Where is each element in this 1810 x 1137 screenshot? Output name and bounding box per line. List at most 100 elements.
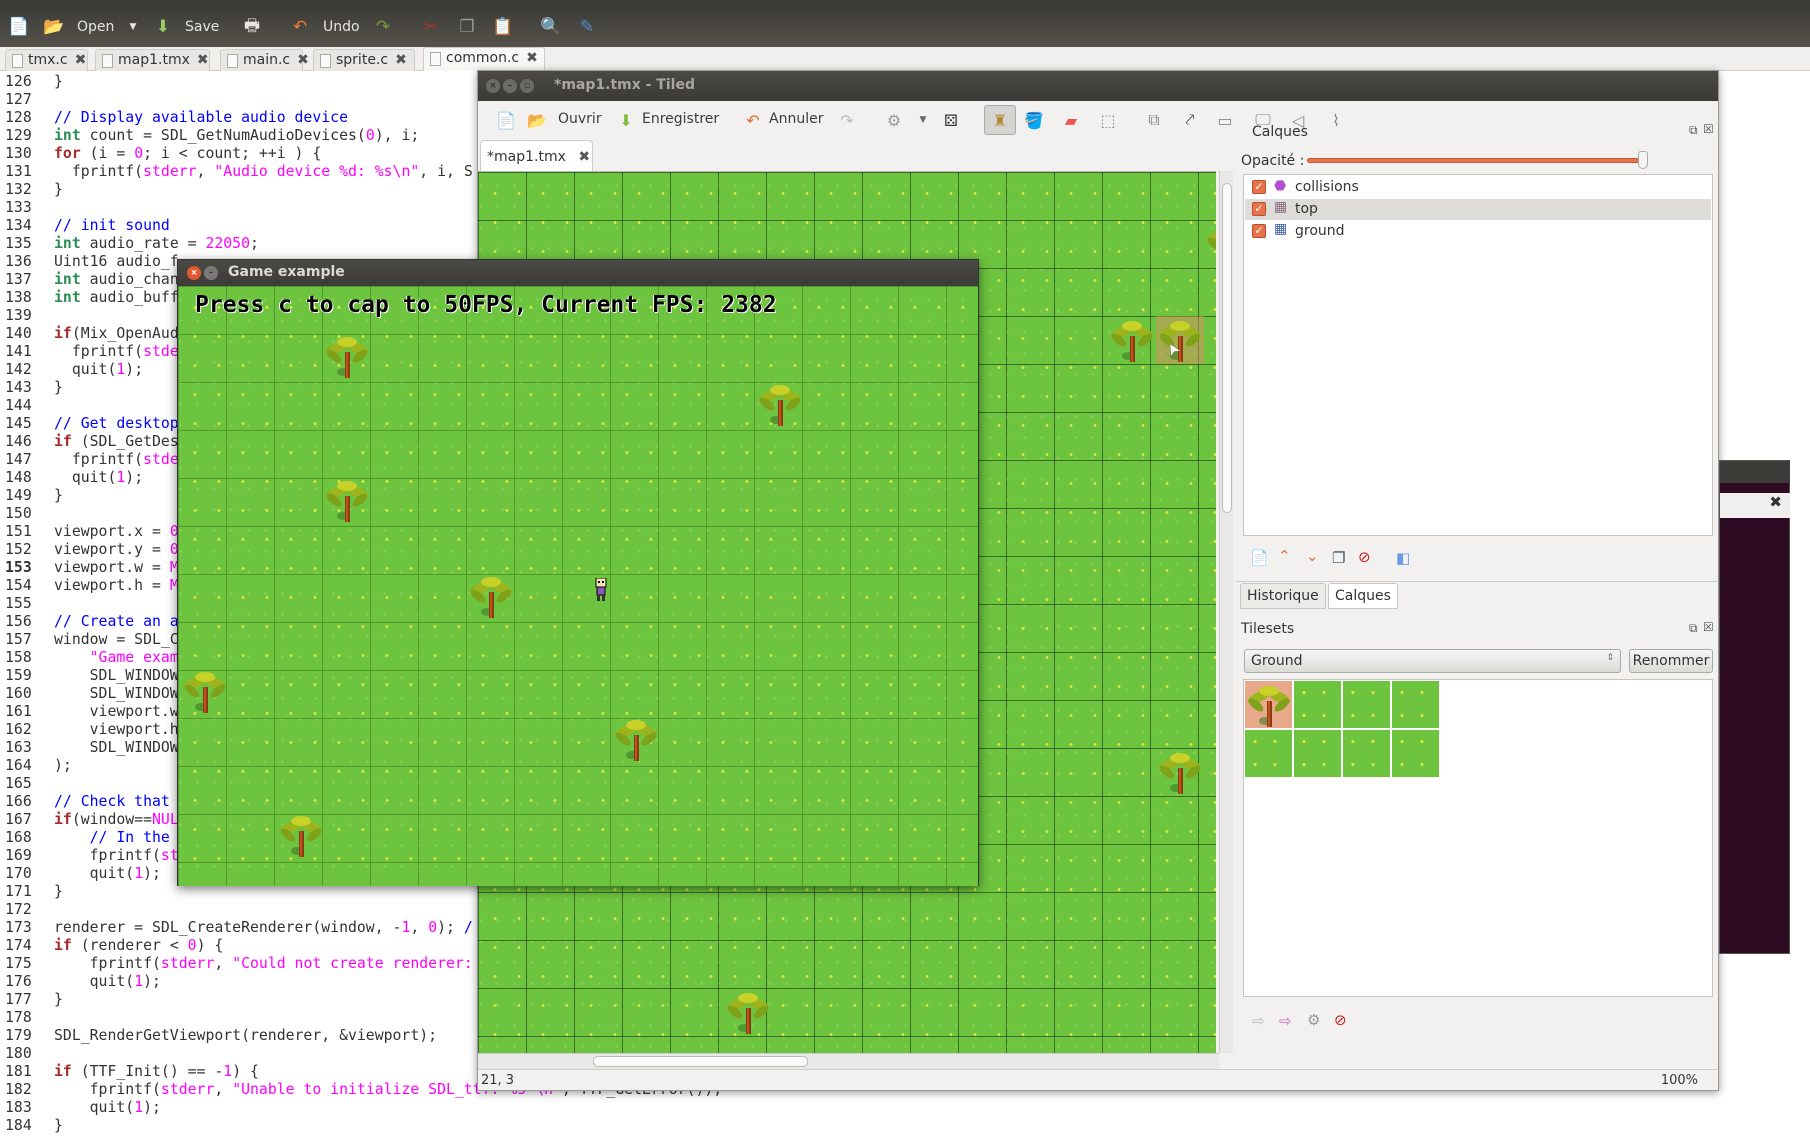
- redo-icon[interactable]: ↷: [372, 16, 394, 38]
- save-icon[interactable]: ⬇: [152, 16, 174, 38]
- close-tab-icon[interactable]: ✖: [197, 52, 209, 68]
- raise-layer-icon[interactable]: ⌃: [1278, 547, 1291, 565]
- open-folder-icon[interactable]: 📂: [43, 16, 65, 38]
- layer-row-ground[interactable]: ✓ ▦ ground: [1245, 221, 1711, 242]
- add-layer-icon[interactable]: 📄: [1250, 549, 1269, 567]
- rename-tileset-button[interactable]: Renommer: [1629, 649, 1713, 673]
- open-button[interactable]: Ouvrir: [558, 111, 602, 127]
- save-icon[interactable]: ⬇: [615, 109, 637, 131]
- minimize-icon[interactable]: –: [503, 79, 517, 93]
- layer-properties-icon[interactable]: ◧: [1396, 549, 1410, 567]
- new-document-icon[interactable]: 📄: [8, 16, 30, 38]
- game-viewport[interactable]: Press c to cap to 50FPS, Current FPS: 23…: [178, 286, 978, 886]
- code-line: fprintf(stde: [54, 343, 179, 360]
- minimize-icon[interactable]: –: [204, 266, 218, 280]
- layer-row-top[interactable]: ✓ ▦ top: [1245, 199, 1711, 220]
- terminal-close-icon[interactable]: ✖: [1720, 493, 1790, 518]
- terminal-window[interactable]: ✖: [1719, 460, 1790, 954]
- tileset-tile[interactable]: [1343, 730, 1390, 777]
- vertical-scrollbar[interactable]: [1219, 171, 1233, 1053]
- editor-tab-map1-tmx[interactable]: map1.tmx ✖: [95, 49, 210, 71]
- duplicate-layer-icon[interactable]: ❐: [1332, 549, 1345, 567]
- save-button[interactable]: Save: [185, 19, 219, 35]
- commands-dropdown-icon[interactable]: ▼: [912, 109, 934, 131]
- tileset-tile[interactable]: [1294, 730, 1341, 777]
- undo-icon[interactable]: ↶: [289, 16, 311, 38]
- close-panel-icon[interactable]: ☒: [1703, 620, 1714, 634]
- file-icon: [320, 54, 331, 68]
- stamp-brush-icon[interactable]: ♜: [984, 105, 1016, 135]
- edit-polygons-icon[interactable]: ⤤: [1179, 109, 1201, 131]
- commands-gear-icon[interactable]: ⚙: [883, 109, 905, 131]
- editor-tab-sprite-c[interactable]: sprite.c ✖: [313, 49, 415, 71]
- find-icon[interactable]: 🔍: [540, 16, 562, 38]
- layer-visibility-checkbox[interactable]: ✓: [1252, 202, 1266, 216]
- float-panel-icon[interactable]: ⧉: [1689, 123, 1698, 138]
- code-token: if: [54, 433, 72, 450]
- editor-tab-main-c[interactable]: main.c ✖: [220, 49, 309, 71]
- horizontal-scrollbar[interactable]: [478, 1053, 1219, 1069]
- random-dice-icon[interactable]: ⚄: [940, 109, 962, 131]
- close-panel-icon[interactable]: ☒: [1703, 122, 1714, 136]
- layer-row-collisions[interactable]: ✓ ⬣ collisions: [1245, 177, 1711, 198]
- opacity-slider-handle[interactable]: [1638, 151, 1648, 169]
- new-map-icon[interactable]: 📄: [495, 109, 517, 131]
- line-number: 152: [5, 541, 32, 558]
- map-document-tab[interactable]: *map1.tmx ✖: [480, 140, 593, 172]
- layer-visibility-checkbox[interactable]: ✓: [1252, 224, 1266, 238]
- close-tab-icon[interactable]: ✖: [75, 52, 87, 68]
- close-icon[interactable]: ×: [187, 266, 201, 280]
- code-token: stde: [143, 451, 179, 468]
- export-tileset-icon[interactable]: ⇨: [1279, 1012, 1292, 1030]
- lower-layer-icon[interactable]: ⌄: [1306, 547, 1319, 565]
- delete-layer-icon[interactable]: ⊘: [1358, 548, 1371, 566]
- undo-button[interactable]: Undo: [323, 19, 360, 35]
- dock-tab-historique[interactable]: Historique: [1240, 583, 1326, 609]
- close-tab-icon[interactable]: ✖: [526, 50, 538, 66]
- tileset-tile[interactable]: [1392, 681, 1439, 728]
- tileset-properties-gear-icon[interactable]: ⚙: [1307, 1011, 1320, 1029]
- close-icon[interactable]: ×: [486, 79, 500, 93]
- select-objects-icon[interactable]: ⧉: [1143, 109, 1165, 131]
- redo-icon[interactable]: ↷: [836, 109, 858, 131]
- layer-visibility-checkbox[interactable]: ✓: [1252, 180, 1266, 194]
- scrollbar-thumb[interactable]: [593, 1056, 808, 1067]
- find-replace-icon[interactable]: ✎: [576, 16, 598, 38]
- save-button[interactable]: Enregistrer: [642, 111, 719, 127]
- tab-label: main.c: [243, 52, 291, 68]
- close-tab-icon[interactable]: ✖: [395, 52, 407, 68]
- undo-icon[interactable]: ↶: [742, 109, 764, 131]
- undo-button[interactable]: Annuler: [769, 111, 823, 127]
- copy-icon[interactable]: ❐: [456, 16, 478, 38]
- open-dropdown-icon[interactable]: ▼: [122, 16, 144, 38]
- print-icon[interactable]: 🖶: [241, 16, 263, 38]
- tileset-tile[interactable]: [1245, 681, 1292, 728]
- editor-tab-tmx-c[interactable]: tmx.c ✖: [5, 49, 88, 71]
- close-tab-icon[interactable]: ✖: [578, 149, 590, 165]
- cut-icon[interactable]: ✂: [420, 16, 442, 38]
- scrollbar-thumb[interactable]: [1222, 183, 1232, 513]
- tileset-tile[interactable]: [1343, 681, 1390, 728]
- tileset-tile[interactable]: [1245, 730, 1292, 777]
- opacity-slider[interactable]: [1307, 158, 1646, 163]
- maximize-icon[interactable]: ▫: [520, 79, 534, 93]
- dock-tab-calques[interactable]: Calques: [1328, 583, 1398, 609]
- open-icon[interactable]: 📂: [526, 109, 548, 131]
- import-tileset-icon[interactable]: ⇨: [1252, 1012, 1265, 1030]
- close-tab-icon[interactable]: ✖: [297, 52, 309, 68]
- insert-rectangle-icon[interactable]: ▭: [1214, 109, 1236, 131]
- tileset-tile[interactable]: [1392, 730, 1439, 777]
- editor-tab-common-c[interactable]: common.c ✖: [423, 47, 545, 71]
- bucket-fill-icon[interactable]: 🪣: [1023, 109, 1045, 131]
- float-panel-icon[interactable]: ⧉: [1689, 621, 1698, 636]
- tileset-select[interactable]: Ground ⇕: [1244, 649, 1621, 673]
- eraser-icon[interactable]: ▰: [1060, 109, 1082, 131]
- open-button[interactable]: Open: [77, 19, 114, 35]
- paste-icon[interactable]: 📋: [492, 16, 514, 38]
- code-token: if: [54, 1063, 72, 1080]
- tileset-tile[interactable]: [1294, 681, 1341, 728]
- tileset-view[interactable]: [1243, 679, 1713, 997]
- line-number: 173: [5, 919, 32, 936]
- rectangle-select-icon[interactable]: ⬚: [1097, 109, 1119, 131]
- delete-tileset-icon[interactable]: ⊘: [1334, 1011, 1347, 1029]
